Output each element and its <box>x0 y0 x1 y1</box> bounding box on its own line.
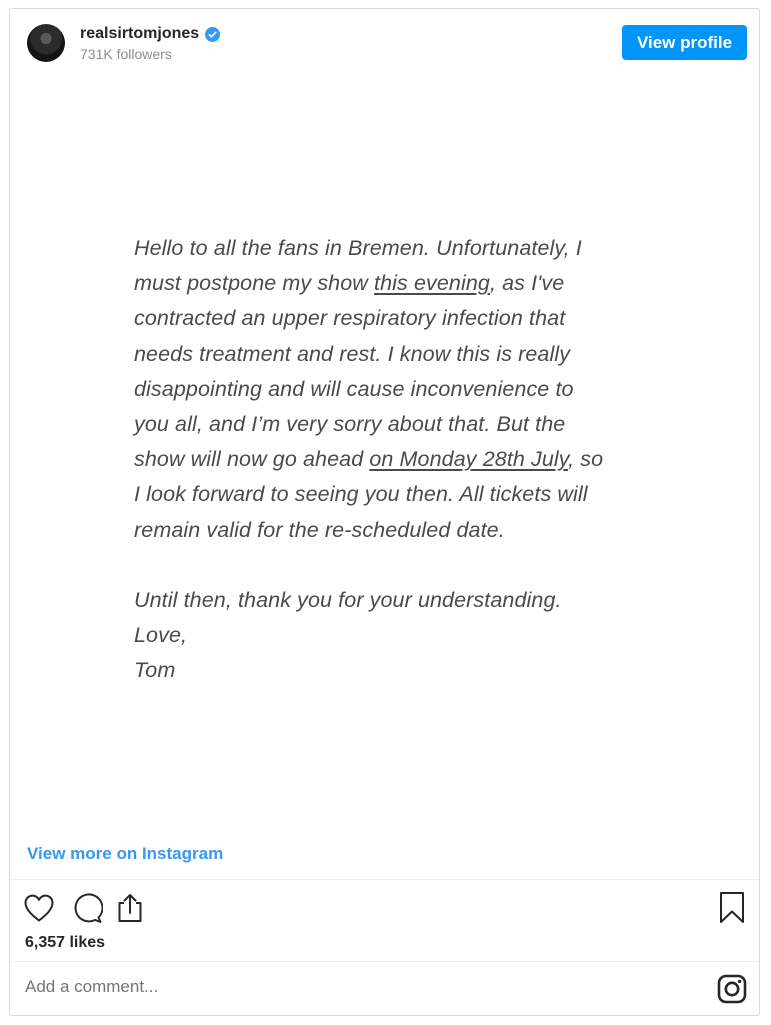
username[interactable]: realsirtomjones <box>80 25 199 43</box>
text-segment: , so <box>568 447 604 472</box>
text-line: contracted an upper respiratory infectio… <box>134 306 566 331</box>
text-line: I look forward to seeing you then. All t… <box>134 482 588 507</box>
text-line: Hello to all the fans in Bremen. Unfortu… <box>134 236 582 260</box>
post-image-text: Hello to all the fans in Bremen. Unfortu… <box>134 231 674 689</box>
comment-input[interactable] <box>25 977 625 997</box>
divider <box>10 961 759 962</box>
text-segment: show will now go ahead <box>134 447 370 472</box>
comment-icon[interactable] <box>70 891 104 925</box>
underlined-text: on Monday 28th July <box>369 447 569 472</box>
text-line: you all, and I’m very sorry about that. … <box>134 412 566 437</box>
text-line: show will now go ahead on Monday 28th Ju… <box>134 442 674 477</box>
text-line: Tom <box>134 658 176 683</box>
divider <box>10 879 759 880</box>
view-more-link[interactable]: View more on Instagram <box>27 844 223 864</box>
text-line: Love, <box>134 623 188 648</box>
text-line: must postpone my show this evening, as I… <box>134 266 674 301</box>
verified-badge-icon <box>205 26 221 42</box>
text-line: Until then, thank you for your understan… <box>134 588 562 613</box>
instagram-icon[interactable] <box>716 973 748 1005</box>
share-icon[interactable] <box>113 891 147 925</box>
username-row[interactable]: realsirtomjones <box>80 25 221 43</box>
like-count[interactable]: 6,357 likes <box>25 934 105 952</box>
underlined-text: this evening <box>374 271 490 296</box>
instagram-embed: realsirtomjones 731K followers View prof… <box>9 8 760 1016</box>
text-line: disappointing and will cause inconvenien… <box>134 376 574 401</box>
avatar[interactable] <box>27 24 65 62</box>
bookmark-icon[interactable] <box>715 891 749 925</box>
post-header: realsirtomjones 731K followers View prof… <box>10 9 759 79</box>
text-segment: , as I've <box>489 271 565 296</box>
text-line: needs treatment and rest. I know this is… <box>134 341 571 366</box>
text-line: remain valid for the re-scheduled date. <box>134 517 505 542</box>
follower-count: 731K followers <box>80 46 172 62</box>
text-segment: must postpone my show <box>134 271 375 296</box>
heart-icon[interactable] <box>22 891 56 925</box>
action-bar <box>10 887 759 929</box>
view-profile-button[interactable]: View profile <box>622 25 747 60</box>
post-image[interactable]: Hello to all the fans in Bremen. Unfortu… <box>10 79 759 834</box>
